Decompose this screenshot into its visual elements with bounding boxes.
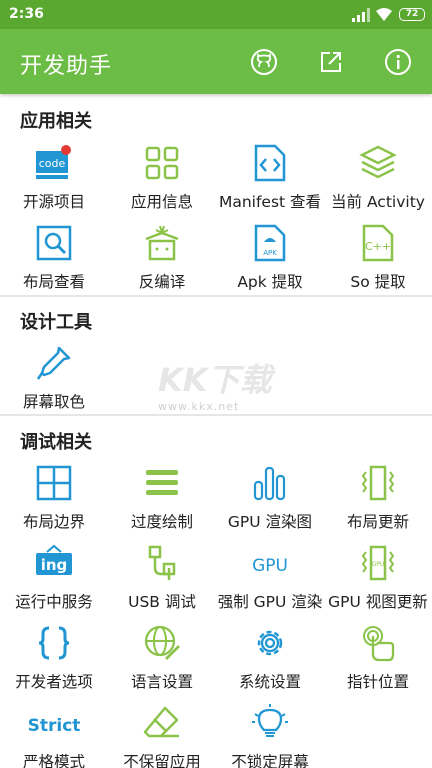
layout-view-label: 布局查看 [22,273,85,291]
strict-mode-item[interactable]: Strict 严格模式 [0,704,108,768]
current-activity-item[interactable]: 当前 Activity [324,144,432,224]
watermark-url: www.kkx.net [158,400,240,413]
touch-pointer-icon [363,626,395,662]
layout-grid-icon [36,465,72,501]
bar-chart-icon [253,466,286,501]
open-source-label: 开源项目 [22,193,85,211]
gpu-vibrate-icon: GPU [361,545,395,581]
language-settings-label: 语言设置 [130,673,193,691]
svg-text:ing: ing [41,556,68,574]
language-settings-item[interactable]: 语言设置 [108,624,216,704]
developer-options-label: 开发者选项 [15,673,93,691]
gpu-view-update-item[interactable]: GPU GPU 视图更新 [324,544,432,624]
gpu-render-item[interactable]: GPU 渲染图 [216,464,324,544]
running-services-item[interactable]: ing 运行中服务 [0,544,108,624]
app-info-label: 应用信息 [130,193,193,211]
running-services-label: 运行中服务 [15,593,93,611]
watermark-logo: KK下载 [158,361,272,399]
svg-text:Strict: Strict [28,716,81,736]
braces-icon [38,626,70,660]
layers-icon [359,145,397,179]
svg-text:GPU: GPU [372,561,385,568]
gift-box-icon [145,225,179,261]
system-settings-label: 系统设置 [238,673,301,691]
dont-keep-activities-label: 不保留应用 [123,753,201,768]
color-picker-item[interactable]: 屏幕取色 [0,344,108,424]
layout-bounds-item[interactable]: 布局边界 [0,464,108,544]
force-gpu-item[interactable]: GPU 强制 GPU 渲染 [216,544,324,624]
section-title-debug: 调试相关 [20,432,92,453]
code-icon: code [36,145,71,179]
svg-text:GPU: GPU [252,556,288,576]
github-icon[interactable] [249,47,279,77]
share-icon[interactable] [316,47,346,77]
wifi-icon [376,8,392,21]
menu-bars-icon [146,470,178,495]
current-activity-label: 当前 Activity [331,193,425,211]
apk-extract-label: Apk 提取 [237,273,303,291]
so-extract-item[interactable]: C++ So 提取 [324,224,432,304]
code-file-icon [254,144,286,182]
status-bar: 2:36 72 [0,0,432,29]
globe-pen-icon [144,625,180,660]
so-extract-label: So 提取 [350,273,406,291]
search-window-icon [36,225,72,261]
svg-text:code: code [39,157,66,170]
lightbulb-icon [252,704,288,737]
overdraw-item[interactable]: 过度绘制 [108,464,216,544]
force-gpu-label: 强制 GPU 渲染 [217,593,323,611]
eyedropper-icon [36,346,71,380]
developer-options-item[interactable]: 开发者选项 [0,624,108,704]
grid-icon [145,146,179,180]
section-title-app: 应用相关 [20,111,92,132]
app-title: 开发助手 [20,54,113,79]
battery-icon: 72 [399,8,425,21]
stay-awake-item[interactable]: 不锁定屏幕 [216,704,324,768]
status-time: 2:36 [9,6,44,22]
manifest-item[interactable]: Manifest 查看 [216,144,324,224]
layout-view-item[interactable]: 布局查看 [0,224,108,304]
section-divider [0,414,432,416]
info-icon[interactable] [383,47,413,77]
svg-text:C++: C++ [365,240,391,253]
strict-text-icon: Strict [28,716,81,736]
gpu-render-label: GPU 渲染图 [227,513,313,531]
strict-mode-label: 严格模式 [22,753,85,768]
eraser-icon [143,706,179,738]
svg-text:APK: APK [263,249,277,257]
apk-extract-item[interactable]: APK Apk 提取 [216,224,324,304]
color-picker-label: 屏幕取色 [22,393,85,411]
overdraw-label: 过度绘制 [130,513,193,531]
vibrate-icon [361,465,395,501]
stay-awake-label: 不锁定屏幕 [231,753,309,768]
open-source-item[interactable]: code 开源项目 [0,144,108,224]
system-settings-item[interactable]: 系统设置 [216,624,324,704]
app-bar: 开发助手 [0,29,432,94]
section-divider [0,295,432,297]
usb-debug-item[interactable]: USB 调试 [108,544,216,624]
cpp-file-icon: C++ [362,224,394,262]
apk-file-icon: APK [254,224,286,262]
pointer-location-item[interactable]: 指针位置 [324,624,432,704]
pointer-location-label: 指针位置 [346,673,409,691]
usb-cable-icon [148,545,176,580]
usb-debug-label: USB 调试 [128,593,196,611]
decompile-item[interactable]: 反编译 [108,224,216,304]
signal-icon [352,8,370,22]
gpu-text-icon: GPU [252,556,288,576]
decompile-label: 反编译 [138,273,186,291]
layout-update-item[interactable]: 布局更新 [324,464,432,544]
layout-update-label: 布局更新 [346,513,409,531]
dont-keep-activities-item[interactable]: 不保留应用 [108,704,216,768]
gear-icon [257,630,283,656]
manifest-label: Manifest 查看 [218,193,322,211]
ing-sign-icon: ing [36,544,72,575]
app-info-item[interactable]: 应用信息 [108,144,216,224]
layout-bounds-label: 布局边界 [22,513,85,531]
gpu-view-update-label: GPU 视图更新 [328,593,428,611]
section-title-design: 设计工具 [20,312,92,333]
